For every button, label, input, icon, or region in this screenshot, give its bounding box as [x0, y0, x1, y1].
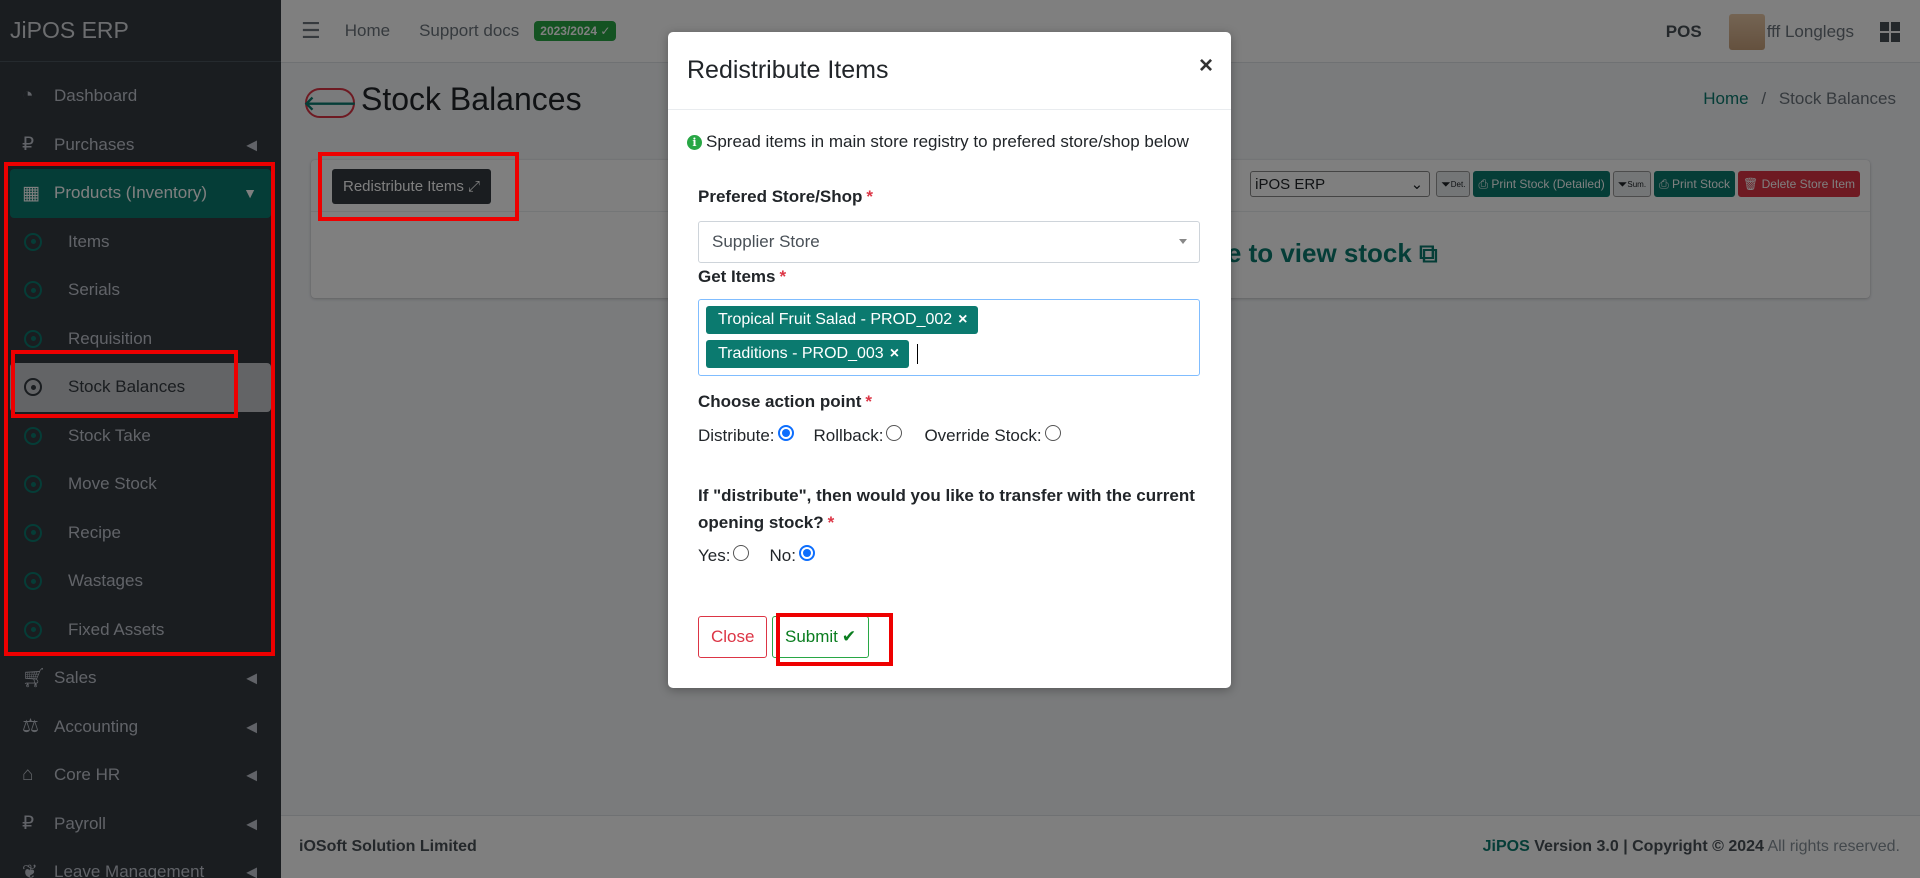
store-shop-value: Supplier Store — [712, 232, 820, 251]
items-multiselect[interactable]: Tropical Fruit Salad - PROD_002 × Traditi… — [698, 299, 1200, 376]
submit-label: Submit — [785, 627, 838, 646]
close-button[interactable]: Close — [698, 616, 768, 658]
items-label: Get Items * — [698, 267, 786, 287]
check-icon: ✔ — [841, 627, 857, 646]
override-stock-radio[interactable] — [1044, 425, 1061, 441]
store-label-text: Prefered Store/Shop — [698, 187, 863, 206]
modal-header: Redistribute Items × — [668, 32, 1231, 110]
required-mark: * — [779, 267, 787, 286]
caret-down-icon — [1179, 239, 1187, 244]
transfer-question-text: If "distribute", then would you like to … — [698, 486, 1195, 532]
store-shop-select[interactable]: Supplier Store — [698, 221, 1200, 263]
distribute-label: Distribute: — [698, 426, 775, 445]
required-mark: * — [866, 187, 873, 206]
no-label: No: — [769, 546, 796, 565]
item-tag-label: Tropical Fruit Salad - PROD_002 — [718, 311, 953, 328]
info-icon: i — [687, 134, 702, 150]
required-mark: * — [865, 392, 873, 411]
item-tag: Tropical Fruit Salad - PROD_002 × — [706, 306, 978, 334]
action-label: Choose action point * — [698, 392, 872, 412]
info-text: Spread items in main store registry to p… — [706, 132, 1189, 151]
store-label: Prefered Store/Shop * — [698, 187, 873, 207]
submit-button[interactable]: Submit ✔ — [772, 616, 870, 658]
close-icon[interactable]: × — [1199, 52, 1213, 80]
text-cursor — [917, 344, 918, 364]
modal-title: Redistribute Items — [687, 56, 889, 84]
items-label-text: Get Items — [698, 267, 776, 286]
action-label-text: Choose action point — [698, 392, 862, 411]
required-mark: * — [827, 513, 835, 532]
rollback-radio[interactable] — [886, 425, 903, 441]
redistribute-modal: Redistribute Items × i Spread items in m… — [668, 32, 1231, 688]
yes-label: Yes: — [698, 546, 731, 565]
remove-tag-icon[interactable]: × — [958, 311, 967, 329]
item-tag: Traditions - PROD_003 × — [706, 340, 910, 368]
no-radio[interactable] — [798, 545, 815, 561]
transfer-question: If "distribute", then would you like to … — [698, 482, 1208, 536]
info-text-row: i Spread items in main store registry to… — [687, 132, 1189, 152]
rollback-label: Rollback: — [813, 426, 884, 445]
yes-radio[interactable] — [733, 545, 750, 561]
item-tag-label: Traditions - PROD_003 — [718, 345, 884, 362]
override-stock-label: Override Stock: — [924, 426, 1042, 445]
remove-tag-icon[interactable]: × — [890, 345, 899, 363]
action-radio-group: Distribute: Rollback: Override Stock: — [698, 425, 1061, 446]
yesno-radio-group: Yes: No: — [698, 545, 815, 566]
distribute-radio[interactable] — [777, 425, 794, 441]
